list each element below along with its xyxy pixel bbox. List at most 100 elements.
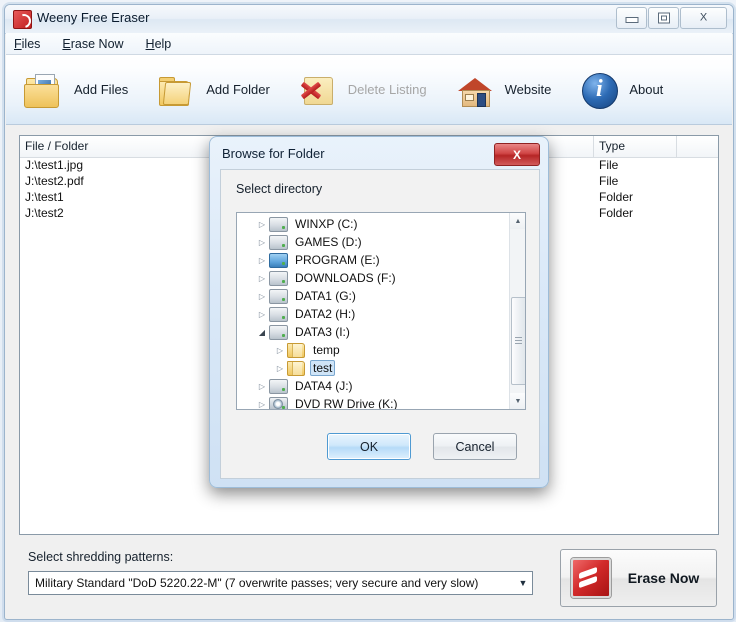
add-files-icon [24,70,64,110]
program-drive-icon [269,252,288,268]
chevron-right-icon[interactable]: ▷ [255,256,269,265]
erase-now-label: Erase Now [627,570,700,586]
cell-type: Folder [599,206,634,220]
tree-item-label: WINXP (C:) [295,217,358,231]
window-frame: Weeny Free Eraser X Files Erase Now Help [4,4,734,620]
chevron-right-icon[interactable]: ▷ [255,274,269,283]
maximize-icon [657,12,670,24]
tree-item-temp[interactable]: ▷ temp [237,341,508,359]
tree-item-program-e[interactable]: ▷ PROGRAM (E:) [237,251,508,269]
drive-icon [269,324,288,340]
scrollbar-thumb[interactable] [511,297,525,385]
tree-item-data1-g[interactable]: ▷ DATA1 (G:) [237,287,508,305]
column-header-type[interactable]: Type [594,136,677,157]
directory-tree-items: ▷ WINXP (C:) ▷ GAMES (D:) ▷ PROGRAM (E:)… [237,213,508,409]
app-eraser-icon [13,10,32,29]
tree-item-winxp-c[interactable]: ▷ WINXP (C:) [237,215,508,233]
menu-item-help[interactable]: Help [146,37,172,51]
tree-scrollbar[interactable]: ▲ ▼ [509,213,525,409]
erase-now-button[interactable]: Erase Now [560,549,717,607]
window-controls: X [615,7,727,29]
drive-icon [269,216,288,232]
dialog-body: Select directory ▷ WINXP (C:) ▷ GAMES (D… [220,169,540,479]
directory-tree[interactable]: ▷ WINXP (C:) ▷ GAMES (D:) ▷ PROGRAM (E:)… [236,212,526,410]
tree-item-data4-j[interactable]: ▷ DATA4 (J:) [237,377,508,395]
bottom-panel: Select shredding patterns: Military Stan… [6,538,732,618]
column-header-extra[interactable] [677,136,718,157]
chevron-right-icon[interactable]: ▷ [255,238,269,247]
tree-item-label: DOWNLOADS (F:) [295,271,396,285]
chevron-down-icon: ▼ [518,578,528,588]
toolbar-button-add-folder[interactable]: Add Folder [146,62,280,118]
tree-item-label: GAMES (D:) [295,235,362,249]
drive-icon [269,288,288,304]
close-icon: X [699,11,708,24]
delete-listing-icon [298,70,338,110]
shredding-pattern-select[interactable]: Military Standard "DoD 5220.22-M" (7 ove… [28,571,533,595]
cell-type: File [599,174,619,188]
tree-item-label: DATA3 (I:) [295,325,350,339]
application-window: Weeny Free Eraser X Files Erase Now Help [0,0,736,622]
drive-icon [269,378,288,394]
minimize-button[interactable] [616,7,647,29]
dialog-close-button[interactable]: X [494,143,540,166]
window-title: Weeny Free Eraser [37,10,150,25]
scroll-down-icon[interactable]: ▼ [510,393,525,409]
dvd-drive-icon [269,396,288,409]
folder-icon [287,360,305,376]
browse-for-folder-dialog: Browse for Folder X Select directory ▷ W… [209,136,549,488]
tree-item-downloads-f[interactable]: ▷ DOWNLOADS (F:) [237,269,508,287]
menu-bar: Files Erase Now Help [6,33,732,55]
shredding-patterns-label: Select shredding patterns: [28,550,174,564]
drive-icon [269,234,288,250]
tree-item-label: temp [313,343,340,357]
add-folder-icon [156,70,196,110]
chevron-right-icon[interactable]: ▷ [255,310,269,319]
menu-item-erase-now[interactable]: Erase Now [62,37,123,51]
toolbar-button-add-files[interactable]: Add Files [14,62,138,118]
tree-item-label: DATA4 (J:) [295,379,353,393]
tree-item-data2-h[interactable]: ▷ DATA2 (H:) [237,305,508,323]
cell-type: File [599,158,619,172]
title-bar: Weeny Free Eraser X [5,5,733,34]
dialog-title: Browse for Folder [222,146,325,161]
dialog-buttons: OK Cancel [221,433,539,460]
tree-item-dvd-rw-k[interactable]: ▷ DVD RW Drive (K:) [237,395,508,410]
close-button[interactable]: X [680,7,727,29]
folder-icon [287,342,305,358]
chevron-right-icon[interactable]: ▷ [255,220,269,229]
toolbar-button-delete-listing[interactable]: Delete Listing [288,62,437,118]
tree-item-label: DVD RW Drive (K:) [295,397,398,410]
erase-icon [571,558,611,598]
chevron-right-icon[interactable]: ▷ [255,400,269,409]
toolbar-button-website[interactable]: Website [445,62,562,118]
cancel-button[interactable]: Cancel [433,433,517,460]
toolbar-label-about: About [629,82,664,97]
toolbar-label-website: Website [504,82,552,97]
maximize-button[interactable] [648,7,679,29]
chevron-right-icon[interactable]: ▷ [255,292,269,301]
ok-button[interactable]: OK [327,433,411,460]
tree-item-data3-i[interactable]: ◢ DATA3 (I:) [237,323,508,341]
tree-item-label: test [310,360,336,376]
minimize-icon [625,17,638,23]
chevron-right-icon[interactable]: ▷ [273,364,287,373]
scroll-up-icon[interactable]: ▲ [510,213,525,229]
chevron-right-icon[interactable]: ▷ [273,346,287,355]
toolbar: Add Files Add Folder Delete Listing Webs… [6,55,732,125]
tree-item-label: DATA2 (H:) [295,307,356,321]
tree-item-label: DATA1 (G:) [295,289,356,303]
toolbar-label-add-files: Add Files [74,82,129,97]
drive-icon [269,270,288,286]
tree-item-games-d[interactable]: ▷ GAMES (D:) [237,233,508,251]
shredding-pattern-value: Military Standard "DoD 5220.22-M" (7 ove… [35,576,479,590]
toolbar-label-delete-listing: Delete Listing [347,82,427,97]
toolbar-label-add-folder: Add Folder [206,82,270,97]
toolbar-button-about[interactable]: i About [569,62,673,118]
chevron-down-icon[interactable]: ◢ [255,328,269,337]
drive-icon [269,306,288,322]
menu-item-files[interactable]: Files [14,37,40,51]
info-icon: i [579,70,619,110]
chevron-right-icon[interactable]: ▷ [255,382,269,391]
tree-item-test[interactable]: ▷ test [237,359,508,377]
